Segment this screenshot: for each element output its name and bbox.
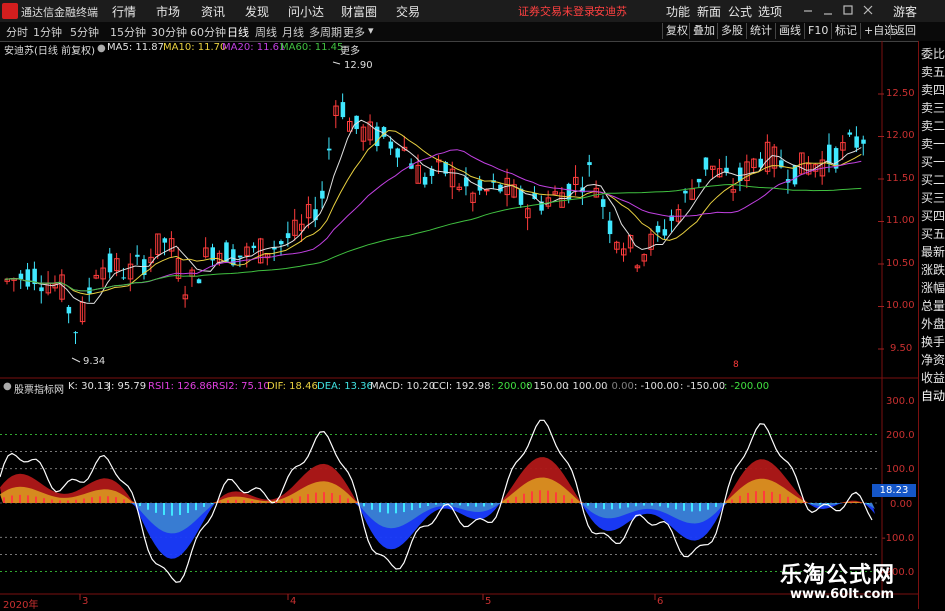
candle-body xyxy=(683,190,688,194)
date-tick: 5 xyxy=(485,596,492,607)
candle-body xyxy=(18,273,24,279)
candle-body xyxy=(231,249,236,266)
candle-body xyxy=(162,238,168,243)
panel-item[interactable]: 收益 xyxy=(921,369,945,386)
rsi2-value: RSI2: 75.10 xyxy=(212,381,270,392)
stock-chart[interactable] xyxy=(0,0,918,609)
candle-body xyxy=(107,253,113,273)
panel-item[interactable]: 卖二 xyxy=(921,117,945,134)
candle-body xyxy=(121,277,126,279)
candle-body xyxy=(320,190,325,199)
level-minus-100: : -100.00 xyxy=(634,381,680,392)
price-tick: 12.00 xyxy=(886,130,915,141)
candle-body xyxy=(135,254,140,257)
panel-item[interactable]: 总量 xyxy=(921,297,945,314)
candle-body xyxy=(662,229,668,236)
candle-body xyxy=(251,245,257,249)
panel-item[interactable]: 卖四 xyxy=(921,81,945,98)
dea-value: DEA: 13.36 xyxy=(317,381,373,392)
panel-item[interactable]: 涨幅 xyxy=(921,279,945,296)
indicator-tick: 300.0 xyxy=(886,396,915,407)
candle-body xyxy=(66,306,72,314)
price-tick: 11.00 xyxy=(886,215,915,226)
candle-body xyxy=(703,157,709,170)
candle-body xyxy=(279,241,284,245)
candle-body xyxy=(285,233,291,239)
candle-body xyxy=(655,225,661,233)
watermark-url: www.60lt.com xyxy=(790,587,895,602)
candle-body xyxy=(196,279,202,284)
panel-item[interactable]: 净资 xyxy=(921,351,945,368)
indicator-band-blue xyxy=(0,503,875,559)
candle-body xyxy=(340,102,346,118)
indicator-tick: 0.00 xyxy=(890,499,913,510)
panel-item[interactable]: 换手 xyxy=(921,333,945,350)
date-tick: 3 xyxy=(82,596,89,607)
candle-body xyxy=(422,176,428,185)
candle-body xyxy=(607,220,613,235)
j-value: J: 95.79 xyxy=(108,381,147,392)
panel-item[interactable]: 委比 xyxy=(921,45,945,62)
panel-item[interactable]: 买五 xyxy=(921,225,945,242)
price-tick: 9.50 xyxy=(890,343,913,354)
panel-item[interactable]: 外盘 xyxy=(921,315,945,332)
rsi1-value: RSI1: 126.86 xyxy=(148,381,213,392)
indicator-value-box: 18.23 xyxy=(872,484,916,497)
high-marker-line xyxy=(332,61,341,65)
high-price-label: 12.90 xyxy=(344,60,373,71)
panel-item[interactable]: 卖三 xyxy=(921,99,945,116)
candle-body xyxy=(237,255,243,258)
level-minus-200: : -200.00 xyxy=(724,381,770,392)
panel-item[interactable]: 买一 xyxy=(921,153,945,170)
indicator-tick: 100.0 xyxy=(886,464,915,475)
price-tick: 11.50 xyxy=(886,173,915,184)
candle-body xyxy=(696,178,702,183)
price-tick: 12.50 xyxy=(886,88,915,99)
low-marker-line xyxy=(71,357,81,363)
candle-body xyxy=(587,162,592,166)
level-100: : 100.00 xyxy=(566,381,608,392)
macd-value: MACD: 10.20 xyxy=(370,381,436,392)
candle-body xyxy=(326,148,332,151)
candle-body xyxy=(847,132,853,135)
date-tick: 4 xyxy=(290,596,297,607)
quote-side-panel: 委比 卖五 卖四 卖三 卖二 卖一 买一 买二 买三 买四 买五 最新 涨跌 涨… xyxy=(918,41,945,609)
level-minus-150: : -150.00 xyxy=(680,381,726,392)
k-value: K: 30.13 xyxy=(68,381,110,392)
panel-item[interactable]: 最新 xyxy=(921,243,945,260)
panel-item[interactable]: 买三 xyxy=(921,189,945,206)
level-0: : 0.00 xyxy=(605,381,634,392)
level-150: : 150.00 xyxy=(527,381,569,392)
event-marker[interactable]: 8 xyxy=(733,360,739,370)
price-tick: 10.50 xyxy=(886,258,915,269)
candle-body xyxy=(25,269,31,287)
watermark-title: 乐淘公式网 xyxy=(780,563,896,588)
candle-body xyxy=(388,141,394,149)
indicator-tick: -100.0 xyxy=(882,533,915,544)
candle-body xyxy=(73,332,78,334)
dif-value: DIF: 18.46 xyxy=(267,381,318,392)
gear-icon[interactable]: ● xyxy=(3,381,12,392)
indicator-tick: 200.0 xyxy=(886,430,915,441)
cci-value: CCI: 192.98 xyxy=(432,381,491,392)
candle-body xyxy=(861,139,866,144)
panel-item[interactable]: 买二 xyxy=(921,171,945,188)
panel-item[interactable]: 买四 xyxy=(921,207,945,224)
candle-body xyxy=(484,189,490,192)
candle-body xyxy=(854,136,859,148)
indicator-title: 股票指标网 xyxy=(14,385,64,396)
panel-item[interactable]: 卖五 xyxy=(921,63,945,80)
price-tick: 10.00 xyxy=(886,300,915,311)
date-tick: 6 xyxy=(657,596,664,607)
auto-toggle[interactable]: 自动 xyxy=(921,387,945,404)
candle-body xyxy=(39,287,44,292)
panel-item[interactable]: 涨跌 xyxy=(921,261,945,278)
low-price-label: 9.34 xyxy=(83,356,106,367)
candle-body xyxy=(600,199,606,207)
panel-item[interactable]: 卖一 xyxy=(921,135,945,152)
candle-body xyxy=(395,148,400,158)
